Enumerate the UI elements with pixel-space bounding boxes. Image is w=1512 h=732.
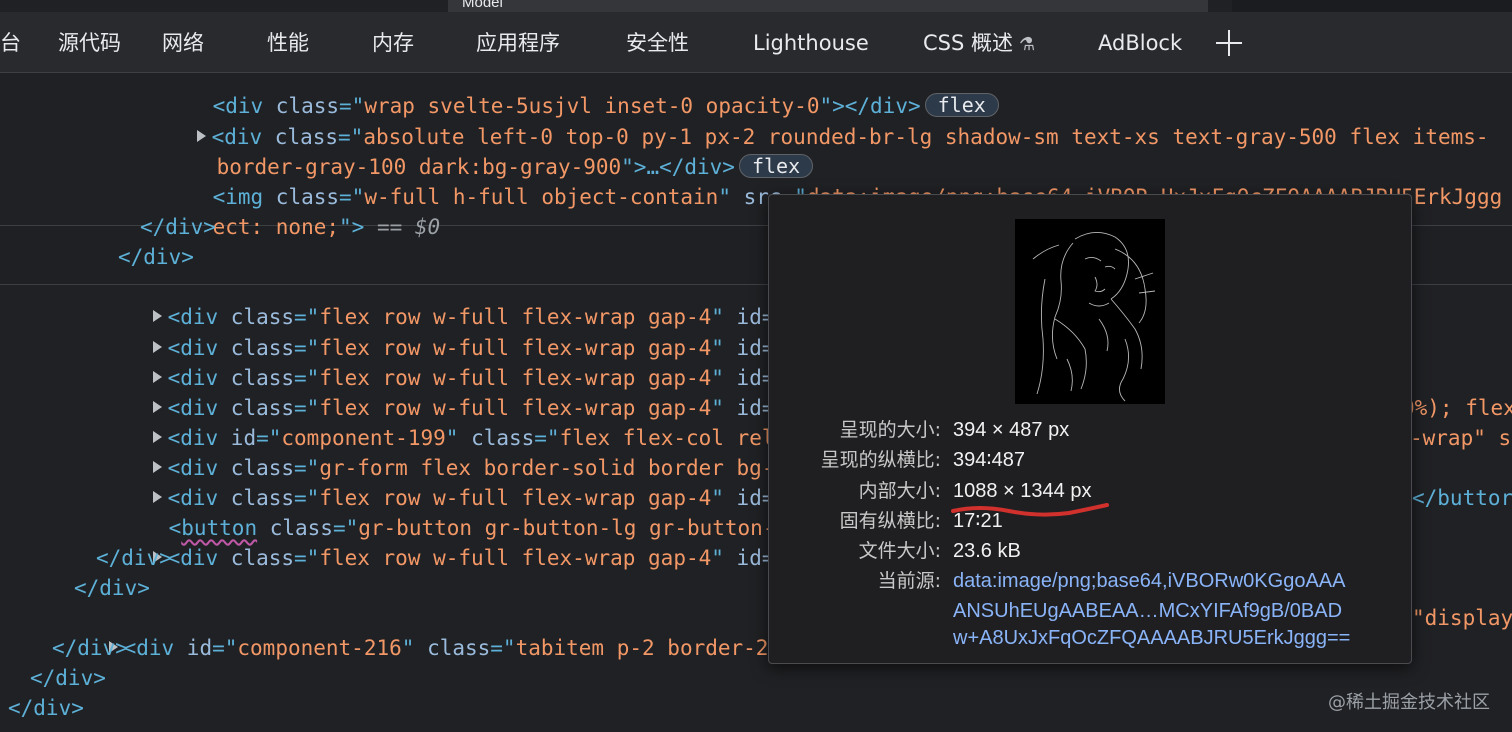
tree-node-continuation: border-gray-100 dark:bg-gray-900">…</div… — [166, 122, 1512, 179]
tab-security[interactable]: 安全性 — [626, 26, 689, 60]
tab-css-overview[interactable]: CSS 概述 ⚗ — [923, 26, 1035, 60]
current-source-link-line[interactable]: w+A8UxJxFqOcZFQAAAABJRU5ErkJggg== — [953, 623, 1350, 653]
tree-node-selected[interactable]: <img class="w-full h-full object-contain… — [162, 152, 1512, 209]
tree-node[interactable]: <div class="absolute left-0 top-0 py-1 p… — [146, 92, 1512, 149]
current-source-link-line[interactable]: ANSUhEUgAABEAA…MCxYIFAf9gB/0BAD — [953, 596, 1342, 626]
tag-close: </div> — [8, 696, 84, 720]
tab-label: 网络 — [162, 31, 204, 55]
tab-label: CSS 概述 — [923, 31, 1013, 55]
tree-node-close: </div> — [30, 663, 1512, 693]
model-tab-label: Model — [462, 0, 503, 11]
tree-node-close: </div> — [8, 693, 1512, 723]
watermark: @稀土掘金技术社区 — [1328, 692, 1490, 713]
current-source-link[interactable]: data:image/png;base64,iVBORw0KGgoAAA — [953, 566, 1345, 596]
rendered-aspect-value: 394∶487 — [953, 449, 1025, 471]
window-top-strip: Model — [0, 0, 1512, 12]
model-tab-partial[interactable]: Model — [448, 0, 1208, 12]
intrinsic-aspect-label: 固有纵横比: — [839, 510, 941, 532]
tag-close: </div> — [118, 245, 194, 269]
tag-close: </div> — [30, 666, 106, 690]
tab-sources[interactable]: 源代码 — [58, 26, 121, 60]
tab-label: 源代码 — [58, 31, 121, 55]
rendered-size-value: 394 × 487 px — [953, 419, 1070, 441]
attr-value: "display — [1412, 606, 1512, 630]
tab-application[interactable]: 应用程序 — [476, 26, 560, 60]
current-source-label: 当前源: — [877, 570, 941, 592]
red-underline-annotation — [951, 503, 1109, 517]
file-size-label: 文件大小: — [858, 540, 941, 562]
tab-label: 安全性 — [626, 31, 689, 55]
tag-close: </div> — [52, 636, 128, 660]
tab-console[interactable]: 台 — [0, 26, 21, 60]
intrinsic-size-label: 内部大小: — [858, 480, 941, 502]
tree-node-overflow: "display — [1412, 603, 1512, 633]
tag-close: </buttor — [1412, 486, 1512, 510]
image-preview-thumbnail — [1015, 219, 1165, 404]
tab-lighthouse[interactable]: Lighthouse — [753, 26, 869, 60]
tab-label: 性能 — [267, 31, 309, 55]
tag-close: </div> — [74, 576, 150, 600]
attr-value: -wrap" st — [1410, 426, 1512, 450]
tree-node-overflow: </buttor — [1412, 483, 1512, 513]
file-size-row: 文件大小: 23.6 kB — [769, 536, 1411, 566]
tag-close: </div> — [96, 546, 172, 570]
tab-performance[interactable]: 性能 — [267, 26, 309, 60]
tree-node[interactable]: <div class="wrap svelte-5usjvl inset-0 o… — [162, 61, 1512, 118]
tab-label: 台 — [0, 31, 21, 55]
rendered-size-label: 呈现的大小: — [839, 419, 941, 441]
portrait-sketch-image — [1032, 232, 1156, 402]
tree-node-overflow: 0%); flex — [1402, 393, 1512, 423]
flask-icon: ⚗ — [1019, 34, 1036, 55]
tab-label: 应用程序 — [476, 31, 560, 55]
current-source-row: 当前源: data:image/png;base64,iVBORw0KGgoAA… — [769, 566, 1411, 596]
top-right-panel — [1232, 0, 1512, 12]
tab-label: AdBlock — [1098, 31, 1183, 55]
rendered-aspect-row: 呈现的纵横比: 394∶487 — [769, 445, 1411, 475]
image-info-popover: 呈现的大小: 394 × 487 px 呈现的纵横比: 394∶487 内部大小… — [768, 194, 1412, 664]
tab-memory[interactable]: 内存 — [372, 26, 414, 60]
tab-label: Lighthouse — [753, 31, 869, 55]
file-size-value: 23.6 kB — [953, 540, 1021, 562]
tab-label: 内存 — [372, 31, 414, 55]
tab-adblock[interactable]: AdBlock — [1098, 26, 1182, 60]
tab-network[interactable]: 网络 — [162, 26, 204, 60]
rendered-aspect-label: 呈现的纵横比: — [820, 449, 941, 471]
tree-node-overflow: -wrap" st — [1410, 423, 1512, 453]
tag-close: </div> — [140, 215, 216, 239]
plus-icon[interactable] — [1214, 28, 1244, 58]
attr-value: 0%); flex — [1402, 396, 1512, 420]
rendered-size-row: 呈现的大小: 394 × 487 px — [769, 415, 1411, 445]
